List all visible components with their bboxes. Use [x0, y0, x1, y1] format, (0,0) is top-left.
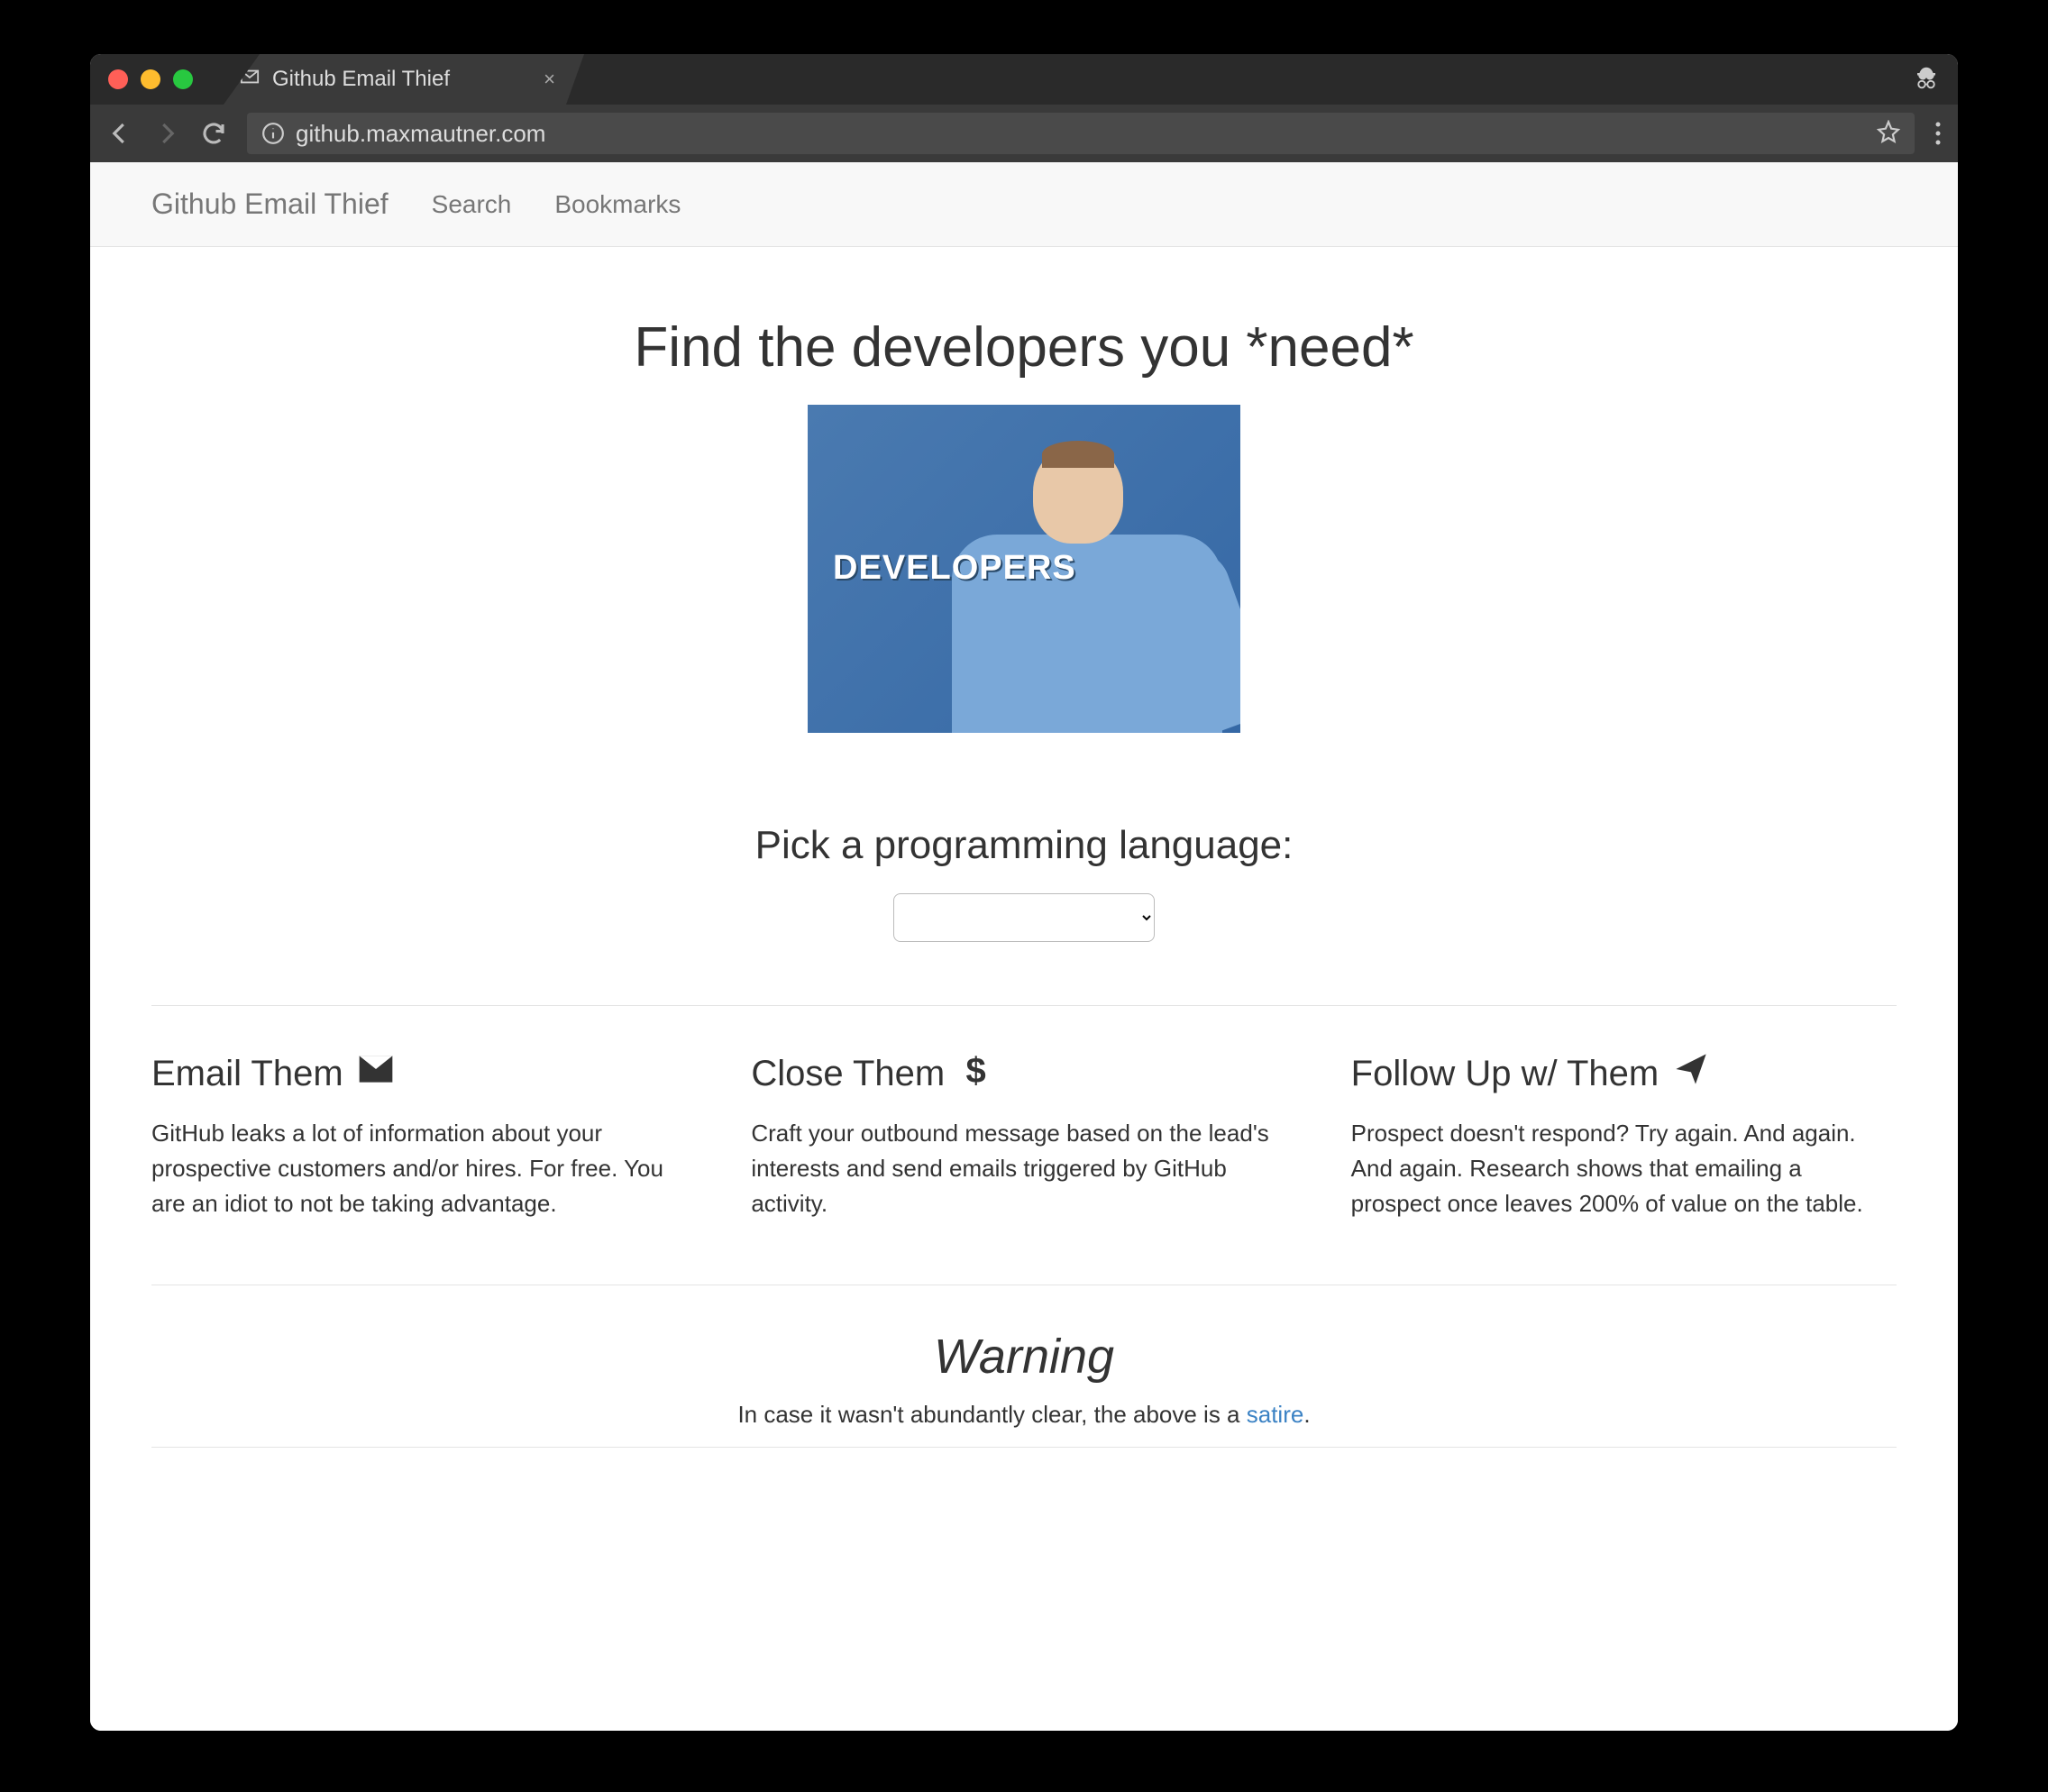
svg-text:$: $: [966, 1051, 986, 1087]
feature-columns: Email Them GitHub leaks a lot of informa…: [90, 1006, 1958, 1285]
forward-button[interactable]: [153, 120, 180, 147]
page-content: Github Email Thief Search Bookmarks Find…: [90, 162, 1958, 1731]
envelope-icon: [356, 1051, 396, 1096]
address-bar[interactable]: github.maxmautner.com: [247, 113, 1915, 154]
feature-title: Close Them: [751, 1054, 945, 1094]
traffic-lights: [108, 69, 193, 89]
divider: [151, 1447, 1897, 1448]
feature-column: Follow Up w/ Them Prospect doesn't respo…: [1351, 1051, 1897, 1221]
picker-heading: Pick a programming language:: [90, 823, 1958, 868]
feature-title: Email Them: [151, 1054, 343, 1094]
hero-image-caption: DEVELOPERS: [833, 549, 1076, 588]
brand-label[interactable]: Github Email Thief: [151, 187, 389, 221]
feature-title: Follow Up w/ Them: [1351, 1054, 1659, 1094]
bookmark-star-icon[interactable]: [1877, 120, 1900, 148]
feature-body: GitHub leaks a lot of information about …: [151, 1116, 697, 1221]
warning-section: Warning In case it wasn't abundantly cle…: [90, 1285, 1958, 1447]
site-info-icon[interactable]: [261, 122, 285, 145]
dollar-icon: $: [957, 1051, 997, 1096]
hero-section: Find the developers you *need* DEVELOPER…: [90, 247, 1958, 769]
address-toolbar: github.maxmautner.com: [90, 105, 1958, 162]
top-nav: Github Email Thief Search Bookmarks: [90, 162, 1958, 247]
nav-link-search[interactable]: Search: [432, 190, 512, 219]
minimize-window-button[interactable]: [141, 69, 160, 89]
warning-heading: Warning: [90, 1329, 1958, 1385]
satire-link[interactable]: satire: [1247, 1401, 1304, 1428]
window-titlebar: Github Email Thief ×: [90, 54, 1958, 105]
hero-image: DEVELOPERS: [808, 405, 1240, 733]
envelope-icon: [240, 67, 260, 92]
browser-menu-button[interactable]: [1934, 121, 1942, 146]
feature-body: Craft your outbound message based on the…: [751, 1116, 1296, 1221]
paper-plane-icon: [1671, 1051, 1711, 1096]
nav-link-bookmarks[interactable]: Bookmarks: [554, 190, 681, 219]
warning-text: In case it wasn't abundantly clear, the …: [90, 1401, 1958, 1429]
url-text: github.maxmautner.com: [296, 120, 1866, 148]
reload-button[interactable]: [200, 120, 227, 147]
tab-title: Github Email Thief: [272, 67, 524, 92]
feature-column: Email Them GitHub leaks a lot of informa…: [151, 1051, 697, 1221]
close-window-button[interactable]: [108, 69, 128, 89]
incognito-icon: [1913, 64, 1940, 96]
feature-body: Prospect doesn't respond? Try again. And…: [1351, 1116, 1897, 1221]
browser-window: Github Email Thief × github.maxmautner.c…: [90, 54, 1958, 1731]
back-button[interactable]: [106, 120, 133, 147]
hero-heading: Find the developers you *need*: [126, 315, 1922, 379]
language-picker-section: Pick a programming language:: [90, 769, 1958, 1005]
close-tab-button[interactable]: ×: [536, 68, 562, 91]
language-select[interactable]: [893, 893, 1155, 942]
maximize-window-button[interactable]: [173, 69, 193, 89]
feature-column: Close Them $ Craft your outbound message…: [751, 1051, 1296, 1221]
browser-tab[interactable]: Github Email Thief ×: [224, 54, 584, 105]
